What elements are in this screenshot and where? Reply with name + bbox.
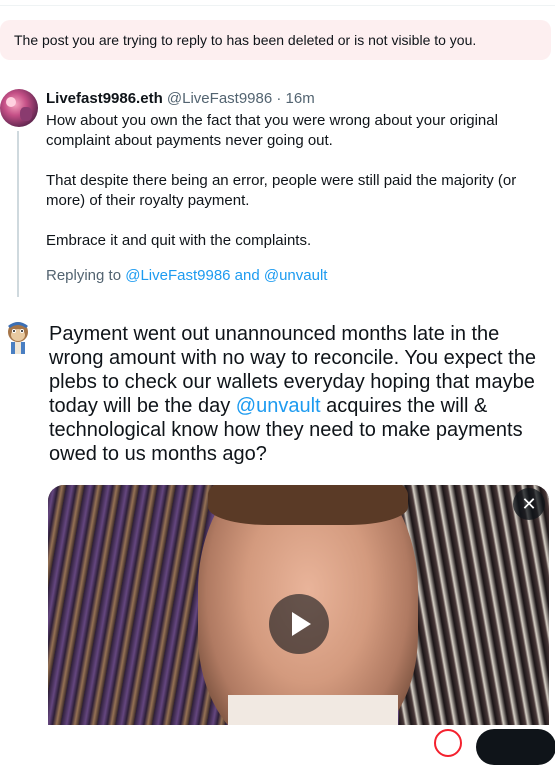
reply-tweet-paragraph: That despite there being an error, peopl… bbox=[46, 172, 517, 209]
top-divider bbox=[0, 0, 555, 6]
reply-tweet-header: Livefast9986.eth @LiveFast9986 · 16m bbox=[46, 89, 315, 109]
reply-author-handle-time[interactable]: @LiveFast9986 · 16m bbox=[167, 90, 315, 107]
replying-to-users-link[interactable]: @LiveFast9986 and @unvault bbox=[125, 267, 327, 284]
video-shirt bbox=[228, 695, 398, 725]
reply-tweet-paragraph: How about you own the fact that you were… bbox=[46, 112, 498, 149]
reply-author-name[interactable]: Livefast9986.eth bbox=[46, 90, 163, 107]
replying-to-label: Replying to bbox=[46, 267, 126, 284]
character-count-ring bbox=[434, 729, 462, 757]
close-icon[interactable]: ✕ bbox=[513, 488, 545, 520]
compose-mention[interactable]: @unvault bbox=[236, 395, 321, 417]
avatar-detail bbox=[6, 97, 16, 107]
replying-to-line: Replying to @LiveFast9986 and @unvault bbox=[46, 266, 327, 286]
ape-avatar-icon[interactable] bbox=[2, 320, 34, 354]
video-hair bbox=[208, 485, 408, 525]
play-triangle bbox=[292, 612, 311, 636]
reply-author-avatar[interactable] bbox=[0, 89, 38, 127]
play-icon[interactable] bbox=[269, 594, 329, 654]
reply-submit-button[interactable] bbox=[476, 729, 555, 765]
video-background bbox=[399, 485, 549, 725]
compose-text-area[interactable]: Payment went out unannounced months late… bbox=[49, 322, 553, 466]
thread-connector-line bbox=[17, 131, 19, 297]
reply-tweet-paragraph: Embrace it and quit with the complaints. bbox=[46, 232, 312, 249]
deleted-post-notice: The post you are trying to reply to has … bbox=[0, 20, 551, 60]
reply-tweet-body: How about you own the fact that you were… bbox=[46, 111, 546, 271]
avatar-detail bbox=[20, 107, 32, 121]
